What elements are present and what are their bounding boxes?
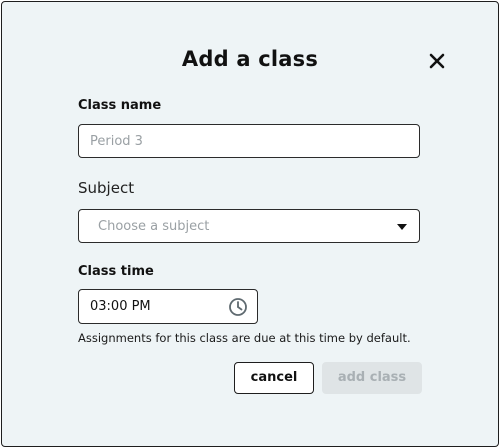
clock-icon[interactable] (228, 297, 248, 317)
close-icon[interactable] (426, 50, 448, 72)
class-time-helper-text: Assignments for this class are due at th… (78, 331, 411, 345)
class-name-placeholder: Period 3 (90, 134, 143, 149)
class-time-value: 03:00 PM (90, 299, 151, 314)
add-class-button[interactable]: add class (322, 362, 422, 394)
subject-label: Subject (78, 179, 135, 197)
class-name-label: Class name (78, 98, 162, 113)
dialog-title: Add a class (181, 47, 319, 71)
subject-select[interactable]: Choose a subject (78, 209, 420, 243)
subject-placeholder: Choose a subject (98, 219, 210, 234)
chevron-down-icon (397, 224, 407, 230)
class-time-input[interactable]: 03:00 PM (78, 289, 258, 324)
class-name-input[interactable]: Period 3 (78, 124, 420, 158)
add-class-dialog: Add a class Class name Period 3 Subject … (1, 1, 499, 447)
class-time-label: Class time (78, 264, 154, 279)
cancel-button[interactable]: cancel (234, 362, 314, 394)
